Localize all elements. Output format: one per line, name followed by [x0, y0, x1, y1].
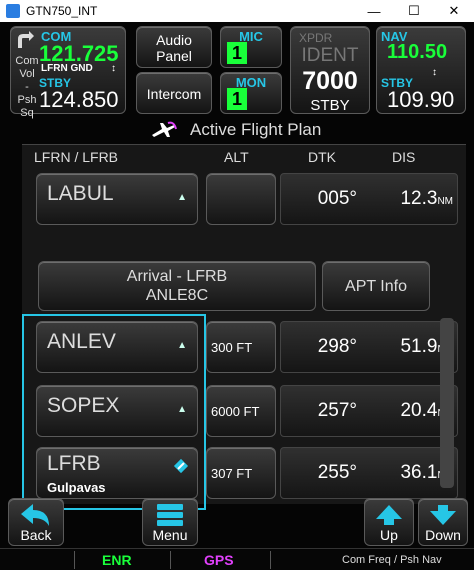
status-divider: [170, 551, 171, 569]
com-vol-label: Com Vol - Psh Sq: [15, 55, 39, 119]
waypoint-triangle-icon: ▲: [177, 192, 187, 203]
close-button[interactable]: ✕: [434, 0, 474, 22]
com-volume-icon: [18, 31, 34, 48]
menu-button[interactable]: Menu: [142, 498, 198, 546]
status-enr: ENR: [102, 552, 132, 568]
com-swap-icon: ↕: [111, 63, 116, 74]
com-standby-frequency: 124.850: [39, 87, 119, 112]
leg-dtk: 005°: [317, 188, 357, 209]
mon-number: 1: [227, 88, 247, 110]
menu-icon: [157, 504, 183, 526]
waypoint-button-labul[interactable]: LABUL ▲: [36, 173, 198, 225]
down-arrow-icon: [430, 505, 456, 525]
route-header: LFRN / LFRB: [34, 149, 119, 165]
com-station-id: LFRN GND: [41, 63, 93, 74]
nav-swap-icon: ↕: [432, 67, 437, 78]
scrollbar[interactable]: [440, 318, 454, 488]
leg-data-labul: 005° 12.3NM: [280, 173, 458, 225]
back-arrow-icon: [21, 504, 49, 526]
leg-data-sopex: 257° 20.4NM: [280, 385, 458, 437]
down-button[interactable]: Down: [418, 498, 468, 546]
app-icon: [6, 4, 20, 18]
status-com-freq: Com Freq / Psh Nav: [342, 554, 442, 566]
mic-number: 1: [227, 42, 247, 64]
status-bar: ENR GPS Com Freq / Psh Nav: [0, 548, 474, 570]
transponder-box[interactable]: XPDR IDENT 7000 STBY: [290, 26, 370, 114]
status-divider: [270, 551, 271, 569]
nav-standby-frequency: 109.90: [387, 87, 455, 112]
com-frequency-box[interactable]: Com Vol - Psh Sq COM 121.725 LFRN GND ↕ …: [10, 26, 126, 119]
xpdr-label: XPDR: [299, 31, 333, 45]
back-button[interactable]: Back: [8, 498, 64, 546]
window-titlebar: GTN750_INT — ☐ ✕: [0, 0, 474, 22]
intercom-button[interactable]: Intercom: [136, 72, 212, 114]
waypoint-name: LABUL: [47, 182, 114, 205]
alt-column-header: ALT: [224, 149, 249, 165]
up-button[interactable]: Up: [364, 498, 414, 546]
status-divider: [74, 551, 75, 569]
selection-highlight: [22, 314, 206, 510]
altitude-button-lfrb[interactable]: 307 FT: [206, 447, 276, 499]
arrival-button[interactable]: Arrival - LFRB ANLE8C: [38, 261, 316, 311]
apt-info-button[interactable]: APT Info: [322, 261, 430, 311]
leg-dtk: 255°: [317, 462, 357, 483]
dis-column-header: DIS: [392, 149, 416, 165]
leg-data-anlev: 298° 51.9NM: [280, 321, 458, 373]
dtk-column-header: DTK: [308, 149, 336, 165]
leg-distance: 12.3NM: [400, 188, 453, 209]
leg-dtk: 257°: [317, 400, 357, 421]
nav-active-frequency: 110.50: [387, 41, 448, 63]
window-title: GTN750_INT: [26, 4, 98, 18]
mon-button[interactable]: MON 1: [220, 72, 282, 114]
xpdr-mode: STBY: [310, 97, 350, 114]
up-arrow-icon: [376, 505, 402, 525]
audio-panel-button[interactable]: Audio Panel: [136, 26, 212, 68]
status-gps: GPS: [204, 552, 234, 568]
leg-data-lfrb: 255° 36.1NM: [280, 447, 458, 499]
mic-button[interactable]: MIC 1: [220, 26, 282, 68]
altitude-button-anlev[interactable]: 300 FT: [206, 321, 276, 373]
maximize-button[interactable]: ☐: [394, 0, 434, 22]
altitude-button-sopex[interactable]: 6000 FT: [206, 385, 276, 437]
leg-dtk: 298°: [317, 336, 357, 357]
gtn-display: Com Vol - Psh Sq COM 121.725 LFRN GND ↕ …: [0, 22, 474, 570]
ident-label: IDENT: [301, 45, 359, 66]
altitude-button-labul[interactable]: [206, 173, 276, 225]
flight-plan-icon: [152, 121, 177, 137]
minimize-button[interactable]: —: [354, 0, 394, 22]
nav-frequency-box[interactable]: NAV 110.50 ↕ STBY 109.90: [376, 26, 466, 114]
squawk-code: 7000: [302, 67, 358, 95]
page-title: Active Flight Plan: [150, 119, 321, 141]
